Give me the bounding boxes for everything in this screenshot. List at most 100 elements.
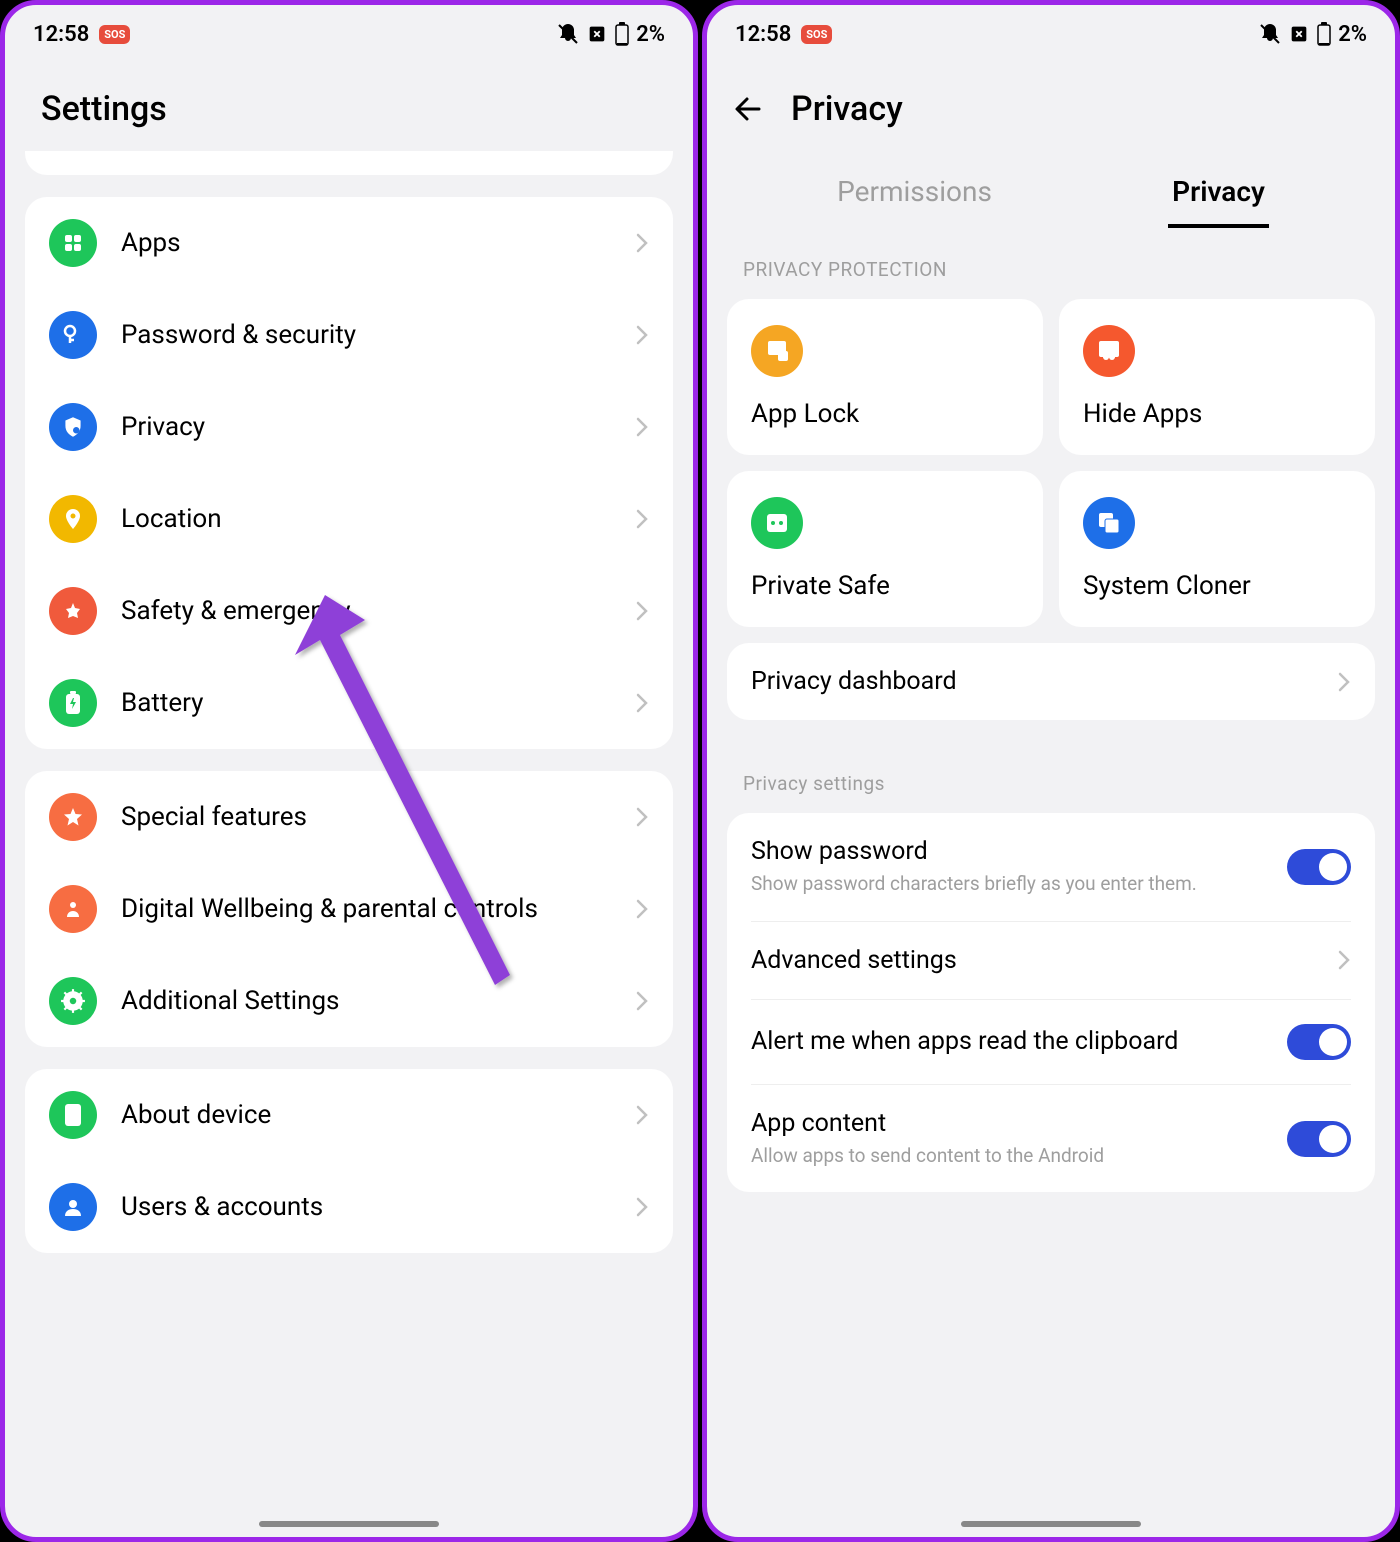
setting-app-content[interactable]: App content Allow apps to send content t… xyxy=(727,1085,1375,1193)
item-label: Digital Wellbeing & parental controls xyxy=(121,894,635,924)
item-label: Password & security xyxy=(121,320,635,350)
settings-item-safety-emergency[interactable]: Safety & emergency xyxy=(25,565,673,657)
tab-privacy[interactable]: Privacy xyxy=(1168,165,1269,228)
item-label: Privacy xyxy=(121,412,635,442)
setting-clipboard-alert[interactable]: Alert me when apps read the clipboard xyxy=(727,1000,1375,1084)
emergency-icon xyxy=(49,587,97,635)
settings-item-privacy[interactable]: Privacy xyxy=(25,381,673,473)
setting-title: Show password xyxy=(751,837,1287,866)
safe-icon xyxy=(751,497,803,549)
settings-group-3: About device Users & accounts xyxy=(25,1069,673,1253)
item-label: Apps xyxy=(121,228,635,258)
hide-icon xyxy=(1083,325,1135,377)
star-icon xyxy=(49,793,97,841)
item-label: Safety & emergency xyxy=(121,596,635,626)
page-title: Settings xyxy=(5,59,693,151)
settings-item-apps[interactable]: Apps xyxy=(25,197,673,289)
location-icon xyxy=(49,495,97,543)
chevron-right-icon xyxy=(635,1103,649,1127)
setting-subtitle: Allow apps to send content to the Androi… xyxy=(751,1144,1287,1169)
tile-label: Private Safe xyxy=(751,571,1019,601)
settings-item-digital-wellbeing[interactable]: Digital Wellbeing & parental controls xyxy=(25,863,673,955)
tab-permissions[interactable]: Permissions xyxy=(833,165,996,228)
setting-show-password[interactable]: Show password Show password characters b… xyxy=(727,813,1375,921)
mute-icon xyxy=(1258,22,1282,46)
left-phone-settings: 12:58 SOS 2% Settings Apps Password & se… xyxy=(0,0,698,1542)
tile-private-safe[interactable]: Private Safe xyxy=(727,471,1043,627)
chevron-right-icon xyxy=(635,415,649,439)
mute-icon xyxy=(556,22,580,46)
chevron-right-icon xyxy=(635,805,649,829)
battery-icon xyxy=(1316,21,1332,47)
no-sim-icon xyxy=(1288,23,1310,45)
battery-icon xyxy=(614,21,630,47)
privacy-settings-card: Show password Show password characters b… xyxy=(727,813,1375,1192)
device-icon xyxy=(49,1091,97,1139)
privacy-tabs: Permissions Privacy xyxy=(707,151,1395,228)
key-icon xyxy=(49,311,97,359)
battery-menu-icon xyxy=(49,679,97,727)
chevron-right-icon xyxy=(635,507,649,531)
status-time: 12:58 xyxy=(33,22,89,47)
nav-bar-indicator[interactable] xyxy=(259,1521,439,1527)
sos-badge: SOS xyxy=(801,25,832,44)
page-title: Privacy xyxy=(791,89,903,129)
tile-label: System Cloner xyxy=(1083,571,1351,601)
tile-app-lock[interactable]: App Lock xyxy=(727,299,1043,455)
settings-group-2: Special features Digital Wellbeing & par… xyxy=(25,771,673,1047)
settings-scroll[interactable]: Apps Password & security Privacy Locatio… xyxy=(5,151,693,1253)
chevron-right-icon xyxy=(635,1195,649,1219)
item-label: Additional Settings xyxy=(121,986,635,1016)
toggle-show-password[interactable] xyxy=(1287,849,1351,885)
status-bar: 12:58 SOS 2% xyxy=(5,5,693,59)
heart-icon xyxy=(49,885,97,933)
lock-icon xyxy=(751,325,803,377)
settings-item-password-security[interactable]: Password & security xyxy=(25,289,673,381)
setting-subtitle: Show password characters briefly as you … xyxy=(751,872,1287,897)
battery-percent: 2% xyxy=(1338,22,1367,47)
gear-icon xyxy=(49,977,97,1025)
settings-group-1: Apps Password & security Privacy Locatio… xyxy=(25,197,673,749)
card-top-sliver xyxy=(25,151,673,175)
privacy-dashboard-item[interactable]: Privacy dashboard xyxy=(727,643,1375,720)
settings-item-location[interactable]: Location xyxy=(25,473,673,565)
settings-item-special-features[interactable]: Special features xyxy=(25,771,673,863)
chevron-right-icon xyxy=(1337,948,1351,972)
toggle-app-content[interactable] xyxy=(1287,1121,1351,1157)
chevron-right-icon xyxy=(635,599,649,623)
privacy-header: Privacy xyxy=(707,59,1395,151)
item-label: Special features xyxy=(121,802,635,832)
item-label: Location xyxy=(121,504,635,534)
chevron-right-icon xyxy=(635,231,649,255)
privacy-dashboard-card: Privacy dashboard xyxy=(727,643,1375,720)
settings-item-battery[interactable]: Battery xyxy=(25,657,673,749)
tile-label: App Lock xyxy=(751,399,1019,429)
toggle-clipboard[interactable] xyxy=(1287,1024,1351,1060)
tile-hide-apps[interactable]: Hide Apps xyxy=(1059,299,1375,455)
setting-advanced[interactable]: Advanced settings xyxy=(727,922,1375,999)
setting-title: Privacy dashboard xyxy=(751,667,1337,696)
sos-badge: SOS xyxy=(99,25,130,44)
item-label: About device xyxy=(121,1100,635,1130)
status-time: 12:58 xyxy=(735,22,791,47)
battery-percent: 2% xyxy=(636,22,665,47)
settings-item-additional-settings[interactable]: Additional Settings xyxy=(25,955,673,1047)
no-sim-icon xyxy=(586,23,608,45)
tile-system-cloner[interactable]: System Cloner xyxy=(1059,471,1375,627)
back-button[interactable] xyxy=(731,91,767,127)
tile-label: Hide Apps xyxy=(1083,399,1351,429)
setting-title: Advanced settings xyxy=(751,946,1337,975)
chevron-right-icon xyxy=(635,691,649,715)
privacy-icon xyxy=(49,403,97,451)
section-privacy-protection: PRIVACY PROTECTION xyxy=(707,228,1395,299)
chevron-right-icon xyxy=(635,323,649,347)
nav-bar-indicator[interactable] xyxy=(961,1521,1141,1527)
status-bar: 12:58 SOS 2% xyxy=(707,5,1395,59)
chevron-right-icon xyxy=(635,989,649,1013)
setting-title: Alert me when apps read the clipboard xyxy=(751,1027,1287,1056)
settings-item-about-device[interactable]: About device xyxy=(25,1069,673,1161)
cloner-icon xyxy=(1083,497,1135,549)
chevron-right-icon xyxy=(635,897,649,921)
setting-title: App content xyxy=(751,1109,1287,1138)
settings-item-users-accounts[interactable]: Users & accounts xyxy=(25,1161,673,1253)
